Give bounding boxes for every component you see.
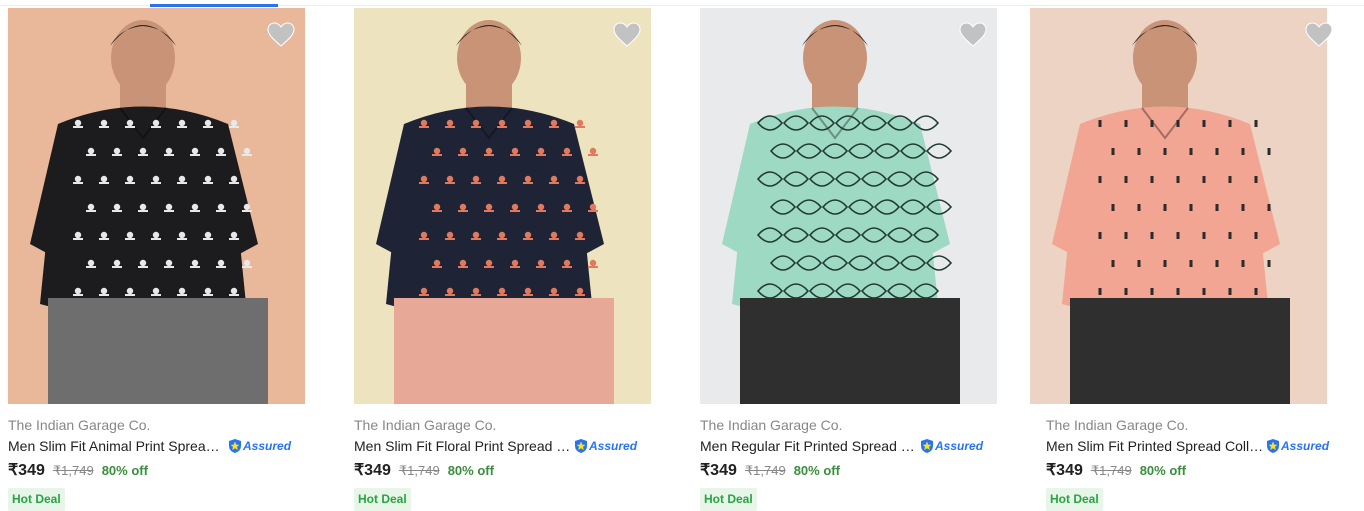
product-title[interactable]: Men Slim Fit Animal Print Spread Collar … — [8, 438, 226, 454]
product-title[interactable]: Men Regular Fit Printed Spread Collar Ca… — [700, 438, 918, 454]
product-card-4[interactable]: The Indian Garage Co. Men Slim Fit Print… — [1030, 8, 1343, 511]
selling-price: ₹349 — [1046, 462, 1083, 479]
product-card-2[interactable]: The Indian Garage Co. Men Slim Fit Flora… — [354, 8, 651, 511]
product-brand: The Indian Garage Co. — [354, 417, 497, 433]
hot-deal-badge: Hot Deal — [354, 488, 411, 511]
product-card-1[interactable]: The Indian Garage Co. Men Slim Fit Anima… — [8, 8, 305, 511]
product-brand: The Indian Garage Co. — [8, 417, 151, 433]
product-card-3[interactable]: The Indian Garage Co. Men Regular Fit Pr… — [700, 8, 997, 511]
assured-badge: Assured — [1266, 438, 1329, 454]
product-title[interactable]: Men Slim Fit Printed Spread Collar Casua… — [1046, 438, 1264, 454]
heart-icon — [613, 22, 641, 47]
selling-price: ₹349 — [354, 462, 391, 479]
shield-icon — [1267, 439, 1279, 453]
product-image[interactable] — [8, 8, 305, 404]
discount-label: 80% off — [1139, 463, 1186, 478]
original-price: ₹1,749 — [398, 463, 440, 478]
selling-price: ₹349 — [700, 462, 737, 479]
product-photo — [1030, 8, 1327, 404]
heart-icon — [959, 22, 987, 47]
product-image[interactable] — [354, 8, 651, 404]
wishlist-heart-icon[interactable] — [267, 22, 295, 48]
selling-price: ₹349 — [8, 462, 45, 479]
hot-deal-badge: Hot Deal — [700, 488, 757, 511]
hot-deal-badge: Hot Deal — [8, 488, 65, 511]
product-title[interactable]: Men Slim Fit Floral Print Spread Collar … — [354, 438, 572, 454]
shield-icon — [921, 439, 933, 453]
original-price: ₹1,749 — [52, 463, 94, 478]
original-price: ₹1,749 — [1090, 463, 1132, 478]
product-brand: The Indian Garage Co. — [1046, 417, 1189, 433]
product-photo — [8, 8, 305, 404]
discount-label: 80% off — [101, 463, 148, 478]
wishlist-heart-icon[interactable] — [613, 22, 641, 48]
product-image[interactable] — [700, 8, 997, 404]
product-photo — [354, 8, 651, 404]
product-brand: The Indian Garage Co. — [700, 417, 843, 433]
discount-label: 80% off — [793, 463, 840, 478]
assured-badge: Assured — [574, 438, 637, 454]
product-image[interactable] — [1030, 8, 1327, 404]
hot-deal-badge: Hot Deal — [1046, 488, 1103, 511]
discount-label: 80% off — [447, 463, 494, 478]
wishlist-heart-icon[interactable] — [1305, 22, 1333, 48]
product-photo — [700, 8, 997, 404]
wishlist-heart-icon[interactable] — [959, 22, 987, 48]
active-tab-indicator — [150, 4, 278, 7]
heart-icon — [267, 22, 295, 47]
shield-icon — [575, 439, 587, 453]
shield-icon — [229, 439, 241, 453]
assured-badge: Assured — [920, 438, 983, 454]
assured-badge: Assured — [228, 438, 291, 454]
original-price: ₹1,749 — [744, 463, 786, 478]
heart-icon — [1305, 22, 1333, 47]
